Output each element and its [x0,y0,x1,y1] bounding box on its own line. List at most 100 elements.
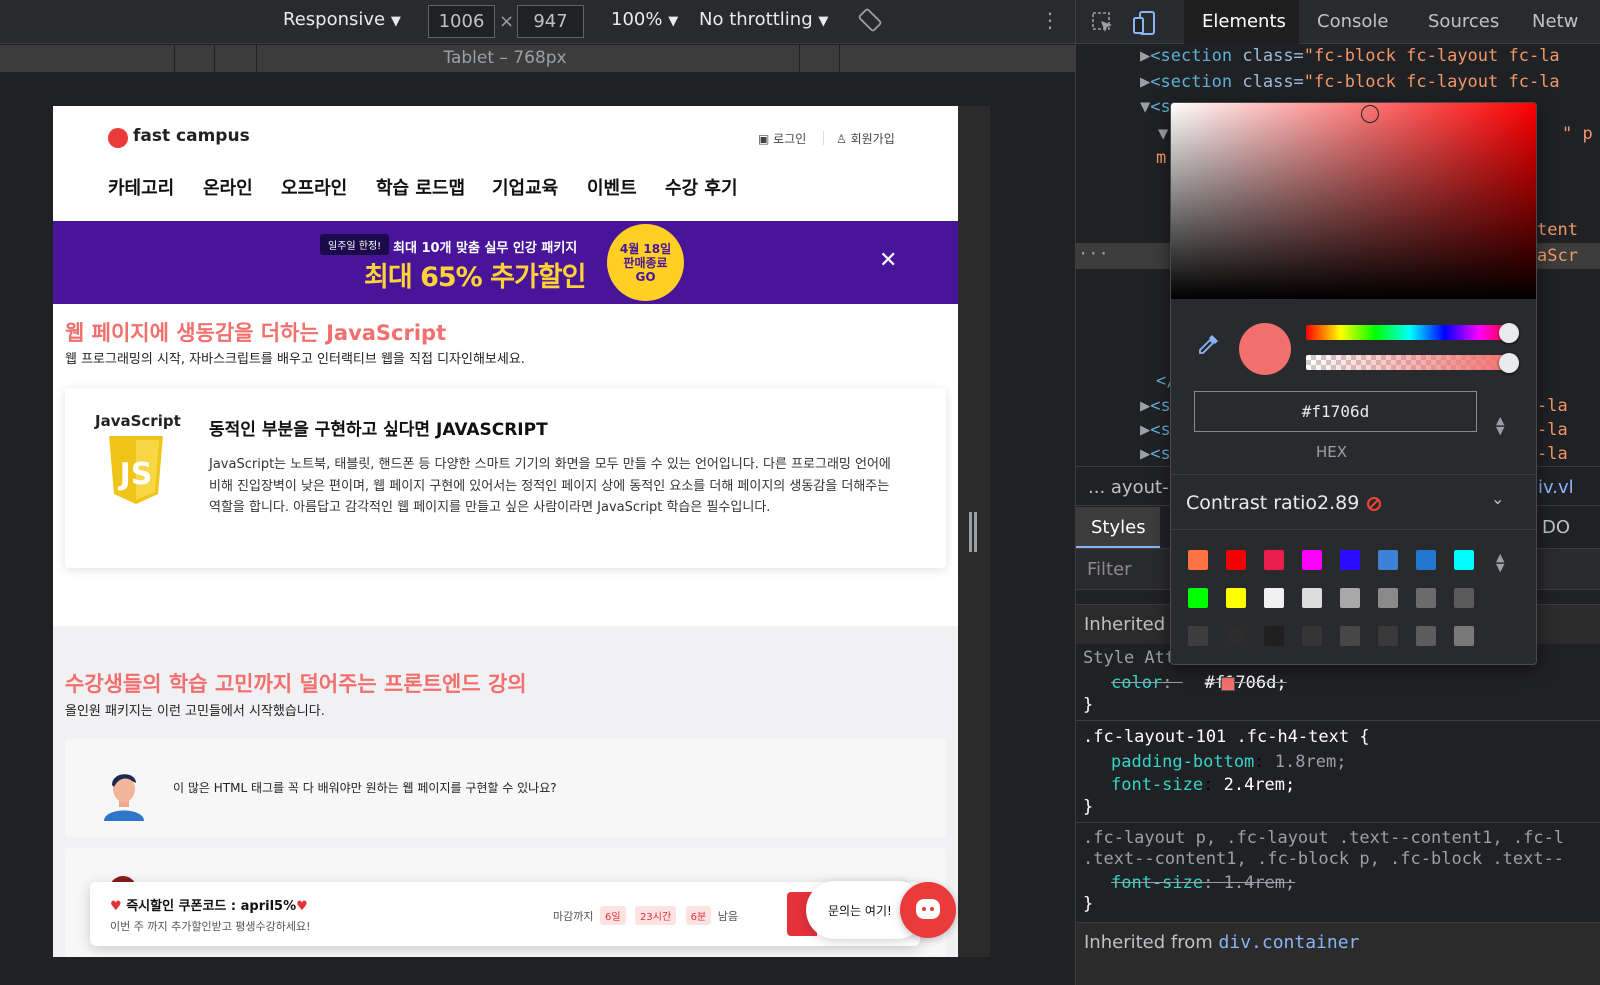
css-declaration[interactable]: padding-bottom: 1.8rem; [1111,752,1346,772]
hue-slider[interactable] [1306,325,1514,340]
dom-node[interactable]: ▼<s [1140,97,1171,117]
banner-cta-circle[interactable]: 4월 18일 판매종료 GO [607,224,684,301]
inherited-link[interactable]: div.container [1219,932,1360,953]
nav-item-roadmap[interactable]: 학습 로드맵 [376,174,465,200]
dom-node[interactable]: ▶<s [1140,396,1171,416]
coupon-countdown: 마감까지 6일 23시간 6분 남음 [553,906,738,925]
login-label: 로그인 [773,132,807,146]
css-selector[interactable]: .fc-layout-101 .fc-h4-text { [1083,727,1370,747]
nav-item-events[interactable]: 이벤트 [587,174,637,200]
dom-node[interactable]: ▶<section class="fc-block fc-layout fc-l… [1140,46,1560,66]
current-color-swatch [1239,323,1291,375]
dom-node[interactable]: ▶<s [1140,444,1171,464]
inspect-element-icon[interactable] [1092,12,1114,34]
hex-input[interactable]: #f1706d [1194,391,1477,432]
palette-swatch[interactable] [1302,550,1322,570]
palette-swatch[interactable] [1454,626,1474,646]
saturation-area[interactable] [1171,103,1536,299]
tab-network[interactable]: Netw [1532,11,1578,32]
format-toggle-icon[interactable]: ▲ ▼ [1496,415,1504,436]
login-link[interactable]: ▣ 로그인 [758,130,806,147]
section-title-frontend: 수강생들의 학습 고민까지 덜어주는 프론트엔드 강의 [65,672,527,696]
media-query-bar[interactable]: Tablet – 768px [0,45,1075,72]
width-input[interactable]: 1006 [428,5,495,38]
palette-swatch[interactable] [1416,550,1436,570]
breadcrumb-item[interactable]: iv.vl [1538,477,1574,498]
palette-swatch[interactable] [1264,550,1284,570]
tab-dom-breakpoints[interactable]: DO [1542,517,1570,538]
palette-swatch[interactable] [1302,588,1322,608]
tab-elements[interactable]: Elements [1202,11,1286,32]
alpha-slider-knob[interactable] [1499,353,1519,373]
palette-swatch[interactable] [1188,588,1208,608]
tab-sources[interactable]: Sources [1428,11,1499,32]
palette-swatch[interactable] [1226,550,1246,570]
device-select[interactable]: Responsive ▼ [283,9,401,30]
css-selector[interactable]: .fc-layout p, .fc-layout .text--content1… [1083,828,1564,848]
chevron-down-icon[interactable]: ⌄ [1491,489,1504,508]
close-icon[interactable]: ✕ [879,248,897,273]
nav-item-enterprise[interactable]: 기업교육 [492,174,558,200]
logo-text[interactable]: fast campus [133,126,250,146]
rotate-icon[interactable] [858,8,882,37]
throttling-select[interactable]: No throttling ▼ [699,9,828,30]
contrast-label: Contrast ratio [1186,492,1318,514]
palette-swatch[interactable] [1454,588,1474,608]
nav-item-offline[interactable]: 오프라인 [281,174,347,200]
worry-text: 이 많은 HTML 태그를 꼭 다 배워야만 원하는 웹 페이지를 구현할 수 … [173,781,557,795]
nav-item-online[interactable]: 온라인 [203,174,253,200]
hue-slider-knob[interactable] [1499,323,1519,343]
css-declaration[interactable]: color: #f1706d; [1111,673,1287,693]
nav-item-reviews[interactable]: 수강 후기 [665,174,738,200]
more-icon[interactable]: ··· [1078,244,1109,264]
css-declaration[interactable]: font-size: 2.4rem; [1111,775,1295,795]
filter-input[interactable]: Filter [1087,559,1132,580]
nav-item-category[interactable]: 카테고리 [108,174,174,200]
palette-swatch[interactable] [1416,626,1436,646]
css-brace: } [1083,797,1094,817]
dom-node[interactable]: ▼ [1158,124,1168,144]
dom-node[interactable]: ▶<s [1140,420,1171,440]
height-input[interactable]: 947 [517,5,584,38]
device-toolbar: Responsive ▼ 1006 × 947 100% ▼ No thrott… [0,0,1075,44]
device-toggle-icon[interactable] [1132,10,1158,36]
palette-switch-icon[interactable]: ▲ ▼ [1496,552,1504,573]
palette-swatch[interactable] [1226,626,1246,646]
banner-headline: 최대 65% 추가할인 [364,262,586,293]
palette-swatch[interactable] [1188,550,1208,570]
more-options-icon[interactable]: ⋮ [1040,8,1060,32]
tab-styles[interactable]: Styles [1091,517,1146,538]
palette-swatch[interactable] [1188,626,1208,646]
resize-handle[interactable] [969,512,979,552]
palette-swatch[interactable] [1416,588,1436,608]
css-selector[interactable]: .text--content1, .fc-block p, .fc-block … [1083,849,1564,869]
palette-swatch[interactable] [1340,588,1360,608]
css-declaration[interactable]: font-size: 1.4rem; [1111,873,1295,893]
eyedropper-icon[interactable] [1196,333,1220,357]
palette-swatch[interactable] [1340,626,1360,646]
contrast-ratio-row[interactable]: Contrast ratio 2.89 ⌄ [1171,474,1536,530]
promo-banner[interactable]: 일주일 한정! 최대 10개 맞춤 실무 인강 패키지 최대 65% 추가할인 … [53,221,958,304]
palette-swatch[interactable] [1340,550,1360,570]
signup-label: 회원가입 [850,132,895,146]
tab-console[interactable]: Console [1317,11,1388,32]
palette-swatch[interactable] [1378,550,1398,570]
saturation-cursor[interactable] [1361,105,1379,123]
breadcrumb-item[interactable]: ... ayout- [1088,477,1169,498]
palette-swatch[interactable] [1378,626,1398,646]
palette-swatch[interactable] [1264,626,1284,646]
palette-swatch[interactable] [1264,588,1284,608]
chat-button[interactable] [900,882,956,938]
palette-swatch[interactable] [1378,588,1398,608]
dimension-separator: × [499,11,515,32]
alpha-slider[interactable] [1306,355,1514,370]
color-swatch-icon[interactable] [1221,677,1235,691]
palette-swatch[interactable] [1226,588,1246,608]
dom-node[interactable]: ▶<section class="fc-block fc-layout fc-l… [1140,72,1560,92]
palette-swatch[interactable] [1454,550,1474,570]
signup-link[interactable]: ♙ 회원가입 [836,130,895,147]
palette-swatch[interactable] [1302,626,1322,646]
dom-fragment: -la [1537,420,1568,440]
zoom-select[interactable]: 100% ▼ [611,9,678,30]
color-format-label: HEX [1316,443,1348,461]
